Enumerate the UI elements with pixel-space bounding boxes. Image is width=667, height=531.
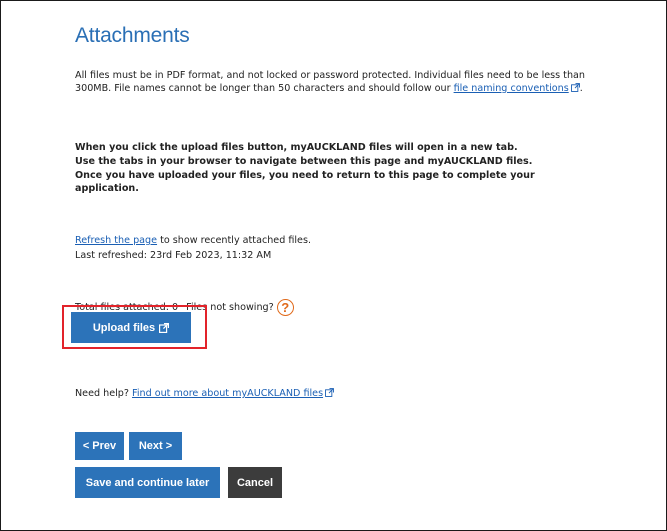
myauckland-files-link-label: Find out more about myAUCKLAND files [132, 388, 324, 399]
instructions-line-2: Use the tabs in your browser to navigate… [75, 155, 533, 167]
refresh-page-link[interactable]: Refresh the page [75, 235, 157, 246]
last-refreshed: Last refreshed: 23rd Feb 2023, 11:32 AM [75, 249, 272, 261]
external-link-icon [325, 388, 334, 397]
help-question-icon[interactable]: ? [276, 299, 294, 316]
cancel-button[interactable]: Cancel [228, 467, 282, 498]
upload-files-label: Upload files [92, 321, 156, 334]
need-help-label: Need help? [75, 388, 133, 399]
external-link-icon [570, 83, 580, 92]
next-button[interactable]: Next > [129, 432, 182, 460]
refresh-text: to show recently attached files. [157, 235, 312, 246]
external-link-icon [159, 322, 170, 333]
page-title: Attachments [75, 24, 190, 47]
myauckland-files-link[interactable]: Find out more about myAUCKLAND files [132, 388, 334, 399]
prev-button[interactable]: < Prev [75, 432, 124, 460]
instructions-line-3: Once you have uploaded your files, you n… [75, 169, 535, 195]
need-help: Need help? Find out more about myAUCKLAN… [75, 387, 595, 400]
save-continue-later-button[interactable]: Save and continue later [75, 467, 220, 498]
attachments-section: Attachments All files must be in PDF for… [75, 24, 595, 399]
intro-text: All files must be in PDF format, and not… [75, 69, 595, 95]
file-naming-link[interactable]: file naming conventions [454, 83, 580, 94]
refresh-info: Refresh the page to show recently attach… [75, 234, 595, 263]
upload-instructions: When you click the upload files button, … [75, 141, 595, 196]
instructions-line-1: When you click the upload files button, … [75, 142, 518, 153]
file-naming-link-label: file naming conventions [453, 83, 569, 94]
intro-suffix: . [579, 83, 583, 94]
upload-files-button[interactable]: Upload files [71, 312, 191, 343]
